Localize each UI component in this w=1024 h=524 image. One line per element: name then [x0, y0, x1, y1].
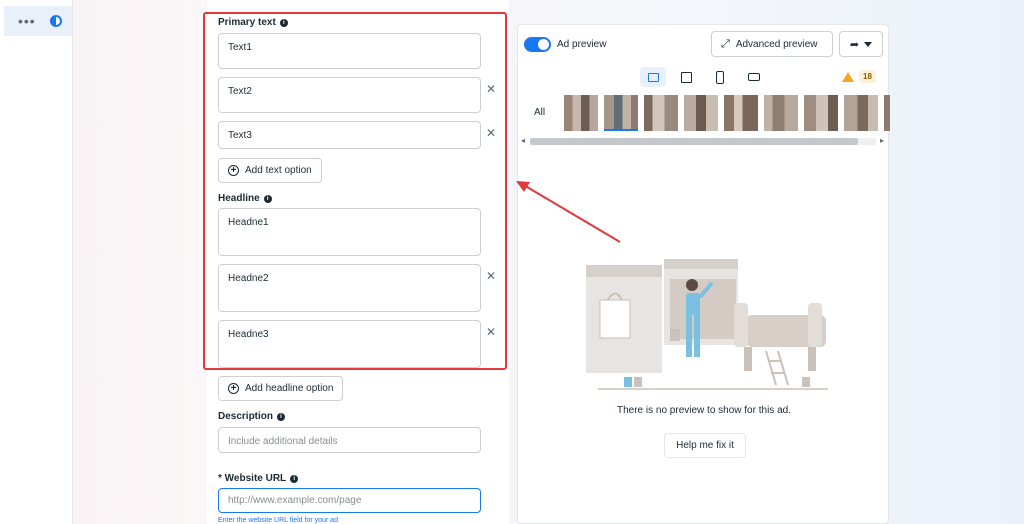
website-url-field[interactable]: http://www.example.com/page — [218, 488, 481, 513]
thumbnail-scrollbar[interactable]: ◂ ▸ — [520, 136, 886, 146]
advanced-preview-button[interactable]: ⤢ Advanced preview — [711, 31, 833, 57]
placement-thumbnail[interactable] — [684, 95, 718, 131]
placement-thumbnail[interactable] — [764, 95, 798, 131]
description-label-text: Description — [218, 411, 274, 422]
multi-device-icon — [647, 72, 659, 82]
placement-thumbnail[interactable] — [724, 95, 758, 131]
left-rail: ••• — [0, 0, 73, 524]
format-vertical[interactable] — [707, 67, 733, 87]
info-icon[interactable]: i — [290, 474, 299, 483]
placement-thumbnail[interactable] — [564, 95, 598, 131]
warnings[interactable]: 18 — [842, 70, 876, 83]
add-headline-option-label: Add headline option — [245, 383, 334, 394]
placement-thumbnail[interactable] — [844, 95, 878, 131]
description-placeholder: Include additional details — [228, 436, 338, 447]
format-square[interactable] — [673, 67, 699, 87]
scroll-thumb[interactable] — [530, 138, 858, 145]
format-horizontal[interactable] — [741, 67, 767, 87]
format-desktop-mobile[interactable] — [640, 67, 666, 87]
website-url-label-text: * Website URL — [218, 473, 287, 484]
placement-thumbnails: All — [518, 95, 890, 131]
ad-preview-label: Ad preview — [557, 39, 607, 50]
help-me-fix-it-label: Help me fix it — [676, 440, 734, 451]
empty-preview-text: There is no preview to show for this ad. — [617, 405, 791, 416]
help-me-fix-it-button[interactable]: Help me fix it — [664, 433, 746, 458]
scroll-left-icon[interactable]: ◂ — [521, 136, 525, 145]
advanced-preview-label: Advanced preview — [735, 38, 818, 50]
share-button[interactable]: ➦ — [839, 31, 883, 57]
placement-thumbnail[interactable] — [804, 95, 838, 131]
website-url-hint: Enter the website URL field for your ad — [218, 517, 338, 524]
expand-icon: ⤢ — [721, 37, 730, 50]
placement-thumbnail[interactable] — [884, 95, 890, 131]
info-icon[interactable]: i — [277, 412, 286, 421]
more-dots-icon[interactable]: ••• — [18, 13, 36, 29]
warning-count-badge: 18 — [859, 70, 876, 83]
landscape-icon — [748, 73, 760, 81]
phone-icon — [716, 70, 724, 84]
half-circle-icon[interactable] — [49, 15, 62, 27]
all-tab[interactable]: All — [534, 107, 545, 118]
preview-toolbar: Ad preview ⤢ Advanced preview ➦ — [518, 25, 890, 63]
ad-preview-panel: Ad preview ⤢ Advanced preview ➦ 18 All ◂… — [517, 24, 890, 524]
toggle-knob — [538, 39, 549, 50]
share-icon: ➦ — [849, 38, 860, 51]
warning-icon — [842, 71, 854, 82]
description-label: Description i — [218, 411, 286, 422]
annotation-highlight-box — [203, 12, 507, 370]
scroll-right-icon[interactable]: ▸ — [880, 136, 884, 145]
empty-preview-illustration — [586, 259, 828, 390]
rail-toolbar: ••• — [4, 6, 72, 36]
ad-preview-toggle[interactable] — [524, 37, 551, 52]
placement-thumbnail[interactable] — [604, 95, 638, 131]
description-field[interactable]: Include additional details — [218, 427, 481, 453]
website-url-placeholder: http://www.example.com/page — [228, 495, 362, 506]
chevron-down-icon — [864, 41, 873, 47]
placement-format-row: 18 — [518, 65, 890, 89]
plus-circle-icon: + — [228, 383, 239, 394]
square-icon — [680, 71, 692, 83]
add-headline-option-button[interactable]: + Add headline option — [218, 376, 344, 401]
website-url-label: * Website URL i — [218, 473, 299, 484]
placement-thumbnail[interactable] — [644, 95, 678, 131]
